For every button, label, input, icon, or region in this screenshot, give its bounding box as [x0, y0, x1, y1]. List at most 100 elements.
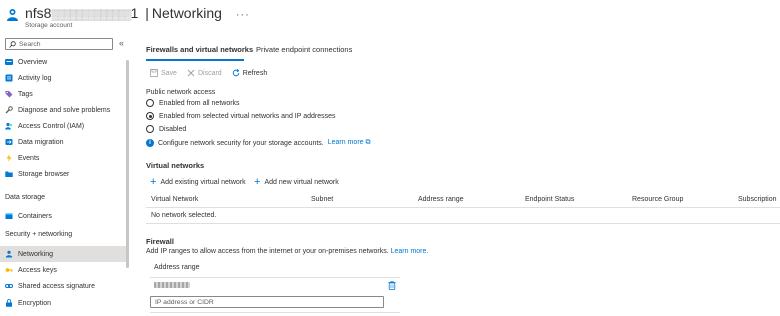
radio-label: Disabled — [159, 125, 187, 133]
plus-icon: + — [150, 176, 157, 188]
sidebar-item-label: Access Control (IAM) — [18, 122, 85, 130]
sidebar-item-label: Encryption — [18, 299, 52, 307]
add-new-vnet-label: Add new virtual network — [264, 178, 339, 186]
virtual-networks-heading: Virtual networks — [146, 161, 205, 170]
divider — [150, 312, 400, 313]
lightning-icon — [6, 154, 12, 162]
sidebar-item-label: Shared access signature — [18, 282, 96, 290]
info-text: Configure network security for your stor… — [158, 139, 324, 147]
public-network-access-label: Public network access — [146, 89, 216, 96]
column-header: Address range — [418, 196, 464, 203]
column-header: Resource Group — [632, 196, 684, 203]
sidebar-item-data-migration[interactable]: Data migration — [0, 134, 126, 150]
data-migration-icon — [5, 139, 13, 145]
sidebar-item-label: Networking — [18, 250, 54, 258]
divider — [150, 277, 400, 278]
info-icon: i — [146, 139, 154, 147]
firewall-learn-more-link[interactable]: Learn more. — [391, 248, 429, 255]
sidebar-item-label: Events — [18, 154, 40, 162]
delete-icon[interactable] — [388, 281, 396, 290]
firewall-description: Add IP ranges to allow access from the i… — [146, 248, 429, 255]
resource-type: Storage account — [25, 22, 73, 29]
empty-table-message: No network selected. — [151, 212, 217, 219]
sidebar-item-encryption[interactable]: Encryption — [0, 295, 126, 311]
sidebar-item-access-control[interactable]: Access Control (IAM) — [0, 118, 126, 134]
sidebar-item-label: Containers — [18, 212, 52, 220]
section-data-storage: Data storage — [5, 194, 46, 201]
more-options-button[interactable]: ··· — [236, 9, 250, 21]
storage-account-icon — [7, 9, 18, 21]
main-content: Firewalls and virtual networks Private e… — [146, 36, 780, 316]
sidebar-item-storage-browser[interactable]: Storage browser — [0, 166, 126, 182]
sidebar-item-overview[interactable]: Overview — [0, 54, 126, 70]
table-header: Virtual Network Subnet Address range End… — [146, 192, 780, 208]
plus-icon: + — [254, 176, 261, 188]
sidebar-item-label: Activity log — [18, 74, 52, 82]
refresh-label: Refresh — [242, 69, 268, 77]
ip-address-placeholder: IP address or CIDR — [155, 298, 214, 306]
search-icon — [9, 40, 16, 48]
radio-label: Enabled from all networks — [159, 99, 240, 107]
refresh-button[interactable]: Refresh — [232, 69, 268, 77]
activity-log-icon — [5, 74, 13, 82]
learn-more-link[interactable]: Learn more ⧉ — [328, 139, 371, 147]
resource-name-suffix: 1 — [130, 5, 139, 21]
sidebar-item-activity-log[interactable]: Activity log — [0, 70, 126, 86]
discard-button[interactable]: Discard — [187, 69, 222, 77]
sidebar-item-diagnose[interactable]: Diagnose and solve problems — [0, 102, 126, 118]
refresh-icon — [232, 69, 240, 77]
sidebar-item-label: Overview — [18, 58, 48, 66]
discard-icon — [187, 69, 195, 77]
overview-icon — [5, 59, 13, 65]
discard-label: Discard — [197, 69, 222, 77]
resource-name-prefix: nfs8 — [25, 5, 52, 21]
sidebar-item-label: Data migration — [18, 138, 64, 146]
save-icon — [150, 69, 158, 77]
lock-icon — [6, 299, 12, 307]
radio-label: Enabled from selected virtual networks a… — [159, 112, 336, 120]
table-row: No network selected. — [146, 208, 780, 224]
sidebar-search-input[interactable]: Search — [5, 38, 113, 50]
tab-firewalls-virtual-networks[interactable]: Firewalls and virtual networks — [146, 45, 253, 54]
tab-private-endpoint-connections[interactable]: Private endpoint connections — [256, 45, 352, 54]
radio-disabled[interactable]: Disabled — [146, 125, 186, 133]
add-existing-vnet-label: Add existing virtual network — [160, 178, 246, 186]
ip-address-input[interactable]: IP address or CIDR — [150, 296, 384, 308]
address-range-header: Address range — [154, 264, 200, 271]
radio-circle-selected[interactable] — [146, 112, 154, 120]
folder-icon — [5, 171, 13, 177]
active-tab-indicator — [146, 59, 244, 61]
external-link-icon: ⧉ — [365, 139, 371, 146]
save-label: Save — [161, 69, 177, 77]
redacted-ip-address — [154, 282, 190, 288]
page-header: nfs8▒▒▒▒▒▒▒▒▒▒▒▒▒1 | Networking ··· Stora… — [0, 0, 780, 36]
sidebar-item-containers[interactable]: Containers — [0, 208, 126, 224]
sidebar-item-networking[interactable]: Networking — [0, 246, 126, 262]
sidebar-item-events[interactable]: Events — [0, 150, 126, 166]
radio-circle[interactable] — [146, 125, 154, 133]
column-header: Subscription — [738, 196, 777, 203]
sidebar: Search « Overview Activity log Tags Diag… — [0, 36, 132, 316]
sidebar-item-label: Access keys — [18, 266, 57, 274]
column-header: Subnet — [311, 196, 334, 203]
sidebar-item-tags[interactable]: Tags — [0, 86, 126, 102]
resource-name-redacted: ▒▒▒▒▒▒▒▒▒▒▒▒▒ — [51, 10, 131, 21]
collapse-sidebar-button[interactable]: « — [119, 38, 124, 48]
radio-circle[interactable] — [146, 99, 154, 107]
sidebar-scrollbar[interactable] — [126, 60, 129, 268]
save-button[interactable]: Save — [150, 69, 177, 77]
radio-enabled-selected-networks[interactable]: Enabled from selected virtual networks a… — [146, 112, 336, 120]
column-header: Endpoint Status — [525, 196, 575, 203]
sidebar-item-access-keys[interactable]: Access keys — [0, 262, 126, 278]
tag-icon — [5, 91, 13, 98]
command-bar: Save Discard Refresh — [150, 69, 267, 77]
sidebar-item-shared-access-signature[interactable]: Shared access signature — [0, 278, 126, 294]
radio-enabled-all-networks[interactable]: Enabled from all networks — [146, 99, 240, 107]
link-icon — [5, 284, 13, 288]
networking-icon — [5, 250, 13, 258]
add-new-vnet-button[interactable]: + Add new virtual network — [254, 176, 339, 188]
sidebar-item-label: Tags — [18, 90, 33, 98]
wrench-icon — [5, 106, 13, 114]
virtual-networks-table: Virtual Network Subnet Address range End… — [146, 192, 780, 224]
add-existing-vnet-button[interactable]: + Add existing virtual network — [150, 176, 246, 188]
